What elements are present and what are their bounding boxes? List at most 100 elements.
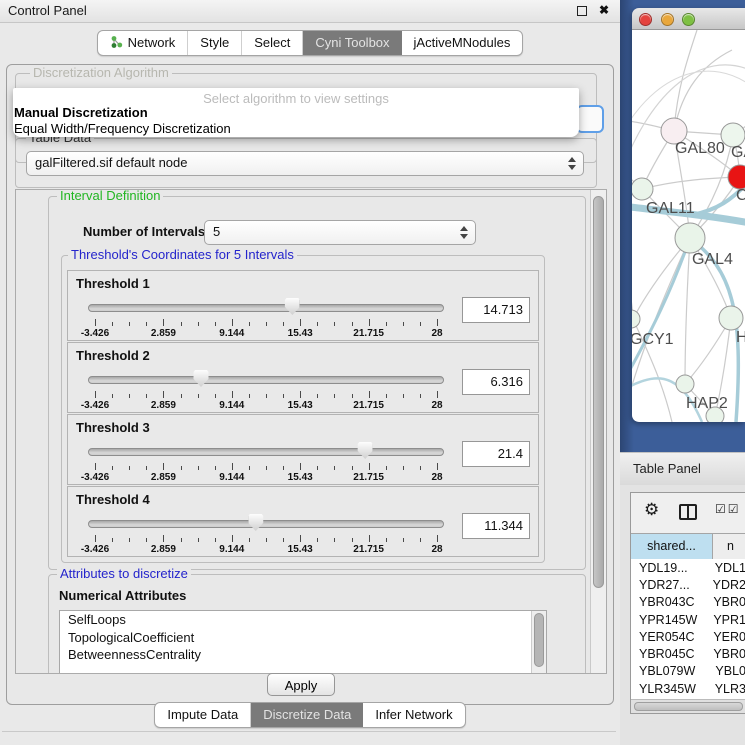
cell-name[interactable]: YBR0: [703, 647, 745, 661]
panel-scrollbar[interactable]: [590, 190, 606, 673]
table-row[interactable]: YLR345WYLR3: [631, 680, 745, 697]
cell-shared-name[interactable]: YBL079W: [631, 664, 705, 678]
threshold-2-value-field[interactable]: 6.316: [462, 369, 530, 395]
scrollbar-thumb[interactable]: [593, 196, 604, 588]
table-row[interactable]: YPR145WYPR1: [631, 611, 745, 628]
tab-cyni-toolbox[interactable]: Cyni Toolbox: [303, 31, 401, 55]
close-icon[interactable]: ✖: [599, 3, 609, 17]
tab-jactivemnodules[interactable]: jActiveMNodules: [402, 31, 523, 55]
network-edge[interactable]: [642, 177, 740, 189]
network-node[interactable]: [632, 310, 640, 328]
slider-tick: [112, 394, 113, 398]
checkbox-icons[interactable]: ☑☑: [715, 502, 741, 516]
cell-shared-name[interactable]: YPR145W: [631, 613, 703, 627]
threshold-3-slider[interactable]: -3.4262.8599.14415.4321.71528: [88, 441, 444, 483]
tab-discretize-data[interactable]: Discretize Data: [251, 703, 363, 727]
minimize-traffic-light-icon[interactable]: [661, 13, 674, 26]
table-row[interactable]: YBL079WYBL0: [631, 663, 745, 680]
network-node[interactable]: [675, 223, 705, 253]
table-row[interactable]: YER054CYER0: [631, 628, 745, 645]
slider-tick: [334, 466, 335, 470]
cell-name[interactable]: YBL0: [705, 664, 745, 678]
network-edge[interactable]: [632, 238, 690, 375]
cell-shared-name[interactable]: YER054C: [631, 630, 703, 644]
cell-shared-name[interactable]: YBR045C: [631, 647, 703, 661]
cell-name[interactable]: YDL1: [705, 561, 745, 575]
slider-tick-label: 21.715: [353, 544, 384, 555]
slider-tick: [129, 466, 130, 470]
column-split-icon[interactable]: [679, 504, 697, 520]
list-item[interactable]: SelfLoops: [60, 611, 546, 629]
tab-select[interactable]: Select: [242, 31, 303, 55]
tab-style[interactable]: Style: [188, 31, 242, 55]
slider-thumb[interactable]: [194, 370, 209, 387]
network-window-titlebar[interactable]: [632, 8, 745, 30]
cell-name[interactable]: YER0: [703, 630, 745, 644]
network-node[interactable]: [632, 178, 653, 200]
slider-tick: [386, 394, 387, 398]
tab-network[interactable]: Network: [98, 31, 189, 55]
node-label: HAP2: [686, 395, 728, 412]
slider-tick: [403, 394, 404, 398]
interval-definition-group: Interval Definition Number of Intervals …: [48, 196, 586, 570]
threshold-1-value-field[interactable]: 14.713: [462, 297, 530, 323]
dropdown-item-manual-discretization[interactable]: Manual Discretization: [14, 105, 148, 120]
list-scrollbar[interactable]: [531, 611, 546, 674]
threshold-1-label: Threshold 1: [76, 276, 150, 291]
threshold-4-label: Threshold 4: [76, 492, 150, 507]
scrollbar-thumb[interactable]: [634, 702, 743, 711]
table-row[interactable]: YDR27...YDR2: [631, 576, 745, 593]
network-node[interactable]: [676, 375, 694, 393]
apply-button[interactable]: Apply: [267, 673, 335, 696]
cell-shared-name[interactable]: YDL19...: [631, 561, 705, 575]
zoom-traffic-light-icon[interactable]: [682, 13, 695, 26]
threshold-1-slider[interactable]: -3.4262.8599.14415.4321.71528: [88, 297, 444, 339]
network-edge[interactable]: [685, 238, 690, 384]
network-node[interactable]: [728, 165, 745, 189]
slider-tick: [283, 538, 284, 542]
gear-icon[interactable]: ⚙: [644, 500, 659, 520]
column-header-shared-name[interactable]: shared...: [631, 534, 713, 560]
tab-impute-data[interactable]: Impute Data: [155, 703, 251, 727]
table-row[interactable]: YBR045CYBR0: [631, 645, 745, 662]
slider-tick-label: 28: [431, 472, 442, 483]
algorithm-combobox[interactable]: [576, 105, 604, 133]
slider-tick: [266, 394, 267, 398]
number-of-intervals-combobox[interactable]: 5: [204, 220, 476, 245]
window-title: Control Panel: [8, 3, 87, 18]
network-node[interactable]: [719, 306, 743, 330]
slider-tick-label: 9.144: [219, 400, 244, 411]
network-canvas[interactable]: GAL80GACGAL11GAL4GCY1HHAP2: [632, 30, 745, 422]
threshold-3-value-field[interactable]: 21.4: [462, 441, 530, 467]
list-item[interactable]: BetweennessCentrality: [60, 646, 546, 664]
cell-name[interactable]: YBR0: [703, 595, 745, 609]
table-horizontal-scrollbar[interactable]: [631, 699, 745, 713]
tab-infer-network[interactable]: Infer Network: [363, 703, 464, 727]
table-data-combobox[interactable]: galFiltered.sif default node: [26, 151, 584, 176]
network-edge[interactable]: [674, 50, 732, 131]
list-item[interactable]: TopologicalCoefficient: [60, 629, 546, 647]
dropdown-item-equal-width-frequency[interactable]: Equal Width/Frequency Discretization: [14, 121, 231, 136]
slider-tick: [369, 463, 370, 470]
slider-thumb[interactable]: [358, 442, 373, 459]
cell-shared-name[interactable]: YLR345W: [631, 682, 705, 696]
network-graph[interactable]: GAL80GACGAL11GAL4GCY1HHAP2: [632, 30, 745, 422]
threshold-4-slider[interactable]: -3.4262.8599.14415.4321.71528: [88, 513, 444, 555]
slider-tick: [334, 394, 335, 398]
column-header-name[interactable]: n: [713, 534, 745, 560]
slider-tick: [403, 322, 404, 326]
cell-name[interactable]: YLR3: [705, 682, 745, 696]
cell-name[interactable]: YDR2: [703, 578, 745, 592]
cell-shared-name[interactable]: YDR27...: [631, 578, 703, 592]
slider-thumb[interactable]: [248, 514, 263, 531]
table-row[interactable]: YDL19...YDL1: [631, 559, 745, 576]
threshold-2-slider[interactable]: -3.4262.8599.14415.4321.71528: [88, 369, 444, 411]
cell-name[interactable]: YPR1: [703, 613, 745, 627]
cell-shared-name[interactable]: YBR043C: [631, 595, 703, 609]
close-traffic-light-icon[interactable]: [639, 13, 652, 26]
float-window-icon[interactable]: [577, 6, 587, 16]
slider-thumb[interactable]: [285, 298, 300, 315]
table-row[interactable]: YBR043CYBR0: [631, 594, 745, 611]
numerical-attributes-list[interactable]: SelfLoops TopologicalCoefficient Between…: [59, 610, 547, 674]
threshold-4-value-field[interactable]: 11.344: [462, 513, 530, 539]
